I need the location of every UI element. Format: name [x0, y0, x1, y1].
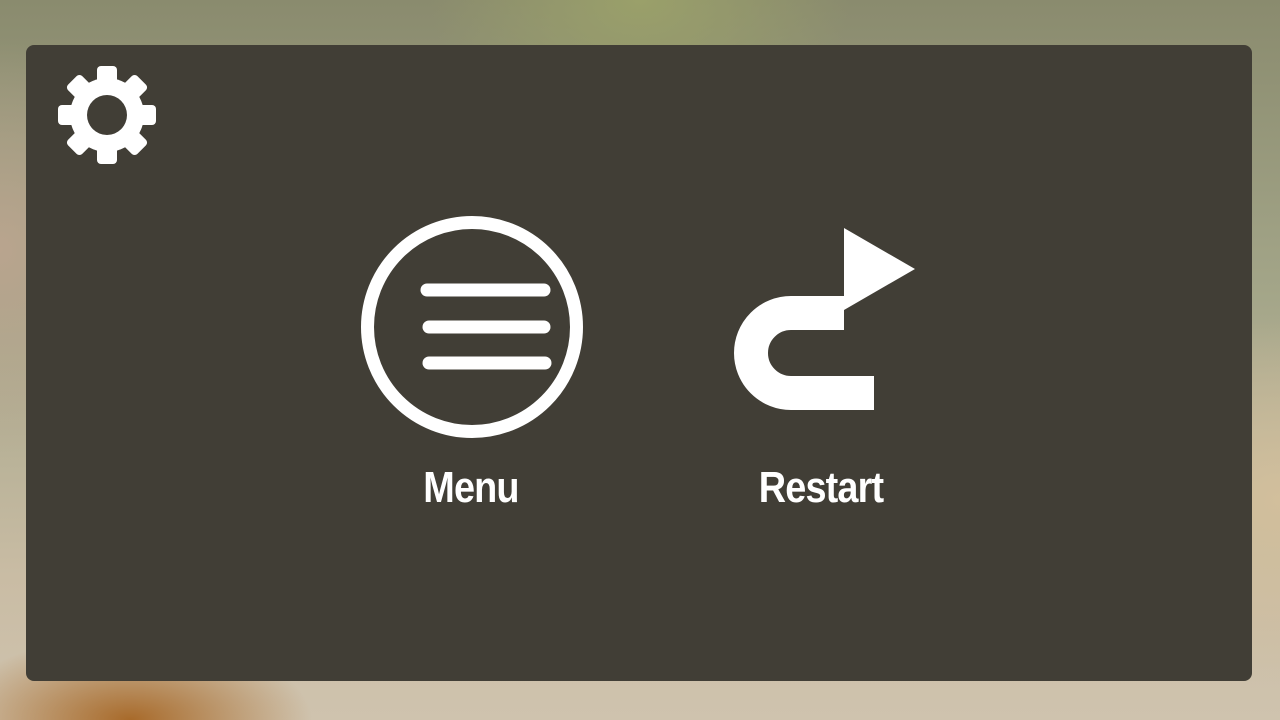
pause-panel: Menu Restart: [26, 45, 1252, 681]
hamburger-circle-icon: [361, 216, 583, 438]
restart-arrow-icon: [734, 228, 915, 410]
gear-icon: [58, 66, 156, 164]
restart-button[interactable]: Restart: [706, 213, 936, 523]
restart-label: Restart: [758, 463, 884, 512]
settings-button[interactable]: [56, 64, 158, 166]
menu-button[interactable]: Menu: [356, 213, 586, 523]
menu-label: Menu: [423, 463, 519, 512]
